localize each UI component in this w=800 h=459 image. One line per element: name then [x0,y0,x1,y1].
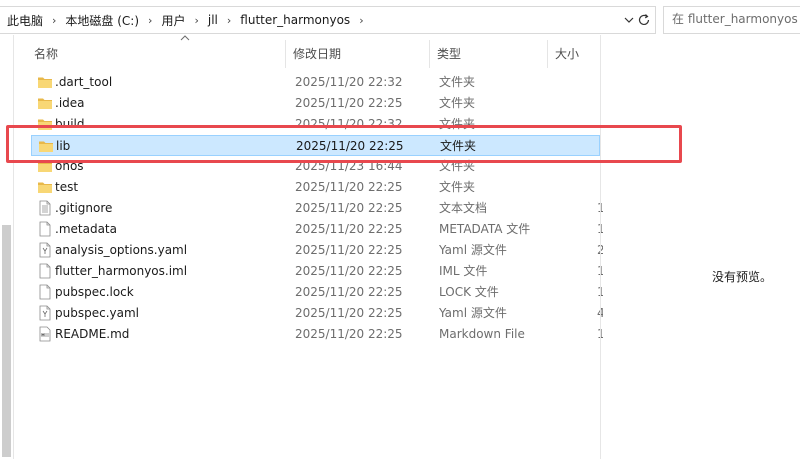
navigation-pane-scrollbar[interactable] [0,35,14,459]
file-modified-date: 2025/11/20 22:32 [295,75,403,89]
file-name: test [55,180,79,194]
preview-pane: 没有预览。 [606,35,800,459]
chevron-down-icon[interactable] [622,13,636,27]
address-bar[interactable]: 此电脑 › 本地磁盘 (C:) › 用户 › jll › flutter_har… [0,6,656,34]
search-box[interactable] [663,6,800,34]
file-name: pubspec.yaml [55,306,139,320]
file-row[interactable]: flutter_harmonyos.iml 2025/11/20 22:25 IML… [31,261,603,282]
file-name: .gitignore [55,201,113,215]
file-row[interactable]: .gitignore2025/11/20 22:25文本文档1 [31,198,603,219]
file-name: pubspec.lock [55,285,134,299]
breadcrumb: 此电脑 › 本地磁盘 (C:) › 用户 › jll › flutter_har… [4,7,370,33]
file-icon [37,221,53,237]
file-modified-date: 2025/11/20 22:25 [295,201,403,215]
column-header-date[interactable]: 修改日期 [285,40,429,68]
column-header-name[interactable]: 名称 [27,40,285,68]
file-type: Markdown File [439,327,525,341]
file-type: LOCK 文件 [439,285,499,299]
file-name: lib [56,139,71,153]
file-row[interactable]: test 2025/11/20 22:25 文件夹 [31,177,600,198]
breadcrumb-separator-icon[interactable]: › [142,14,158,27]
file-modified-date: 2025/11/23 16:44 [295,159,403,173]
file-type: 文本文档 [439,201,488,215]
file-name: .metadata [55,222,117,236]
file-name: .dart_tool [55,75,113,89]
file-modified-date: 2025/11/20 22:25 [295,96,403,110]
file-name: .idea [55,96,85,110]
file-type: 文件夹 [439,75,476,89]
yaml-file-icon [37,305,53,321]
file-type: Yaml 源文件 [439,306,507,320]
file-modified-date: 2025/11/20 22:25 [295,327,403,341]
folder-icon [37,116,53,132]
folder-icon [37,95,53,111]
breadcrumb-separator-icon[interactable]: › [46,14,62,27]
file-type: 文件夹 [439,180,476,194]
file-row[interactable]: README.md2025/11/20 22:25Markdown File1 [31,324,603,345]
file-size [598,136,604,157]
file-modified-date: 2025/11/20 22:25 [295,222,403,236]
column-header-type[interactable]: 类型 [429,40,547,68]
refresh-icon[interactable] [636,12,652,28]
breadcrumb-separator-icon[interactable]: › [221,14,237,27]
breadcrumb-this-pc[interactable]: 此电脑 [4,12,46,29]
folder-icon [37,179,53,195]
file-modified-date: 2025/11/20 22:25 [295,180,403,194]
file-type: 文件夹 [440,139,477,153]
markdown-file-icon [37,326,53,342]
file-modified-date: 2025/11/20 22:25 [295,264,403,278]
file-row[interactable]: analysis_options.yaml 2025/11/20 22:25 Yam… [31,240,603,261]
yaml-file-icon [37,242,53,258]
file-modified-date: 2025/11/20 22:32 [295,117,403,131]
folder-icon [37,158,53,174]
file-type: METADATA 文件 [439,222,531,236]
no-preview-text: 没有预览。 [711,270,772,284]
file-row[interactable]: pubspec.lock2025/11/20 22:25LOCK 文件1 [31,282,603,303]
preview-pane-divider[interactable] [600,35,601,459]
folder-icon [38,138,54,154]
breadcrumb-separator-icon[interactable]: › [188,14,204,27]
file-row[interactable]: .dart_tool 2025/11/20 22:32 文件夹 [31,72,600,93]
file-modified-date: 2025/11/20 22:25 [296,139,404,153]
file-row[interactable]: ohos 2025/11/23 16:44 文件夹 [31,156,600,177]
search-input[interactable] [672,7,800,31]
file-row[interactable]: pubspec.yaml2025/11/20 22:25Yaml 源文件4 [31,303,603,324]
file-icon [37,284,53,300]
file-modified-date: 2025/11/20 22:25 [295,243,403,257]
text-document-icon [37,200,53,216]
file-modified-date: 2025/11/20 22:25 [295,306,403,320]
scrollbar-thumb[interactable] [2,225,11,457]
file-row[interactable]: build 2025/11/20 22:32 文件夹 [31,114,600,135]
file-modified-date: 2025/11/20 22:25 [295,285,403,299]
file-type: IML 文件 [439,264,488,278]
file-name: build [55,117,85,131]
file-row[interactable]: .metadata2025/11/20 22:25METADATA 文件1 [31,219,603,240]
column-header-size[interactable]: 大小 [547,40,600,68]
file-name: README.md [55,327,130,341]
file-name: analysis_options.yaml [55,243,188,257]
file-type: Yaml 源文件 [439,243,507,257]
breadcrumb-separator-icon[interactable]: › [353,14,369,27]
breadcrumb-local-disk[interactable]: 本地磁盘 (C:) [62,12,142,29]
folder-icon [37,74,53,90]
file-row[interactable]: .idea 2025/11/20 22:25 文件夹 [31,93,600,114]
file-name: ohos [55,159,84,173]
file-type: 文件夹 [439,159,476,173]
breadcrumb-project[interactable]: flutter_harmonyos [237,13,353,27]
file-type: 文件夹 [439,96,476,110]
breadcrumb-users[interactable]: 用户 [158,12,188,29]
file-name: flutter_harmonyos.iml [55,264,188,278]
file-type: 文件夹 [439,117,476,131]
file-row[interactable]: lib 2025/11/20 22:25 文件夹 [31,135,600,156]
column-header-row: 名称 修改日期 类型 大小 [27,35,600,68]
breadcrumb-user[interactable]: jll [205,13,221,27]
file-icon [37,263,53,279]
